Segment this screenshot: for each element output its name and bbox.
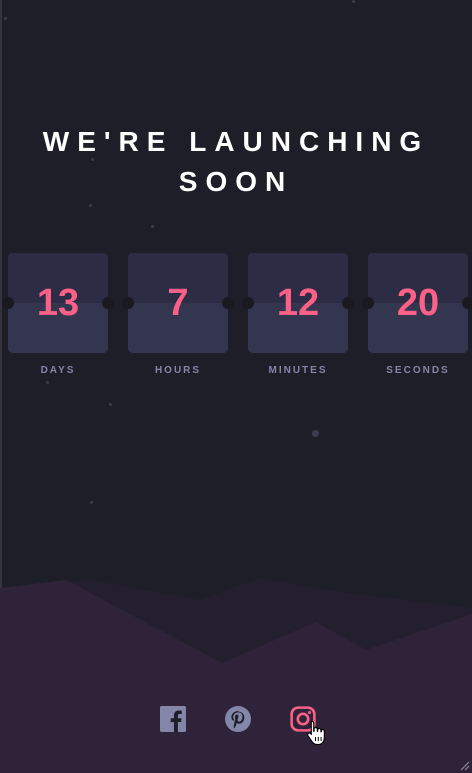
card-notch xyxy=(122,297,134,309)
countdown-days: 13 DAYS xyxy=(8,253,108,376)
star xyxy=(312,430,319,437)
card-notch xyxy=(222,297,234,309)
star xyxy=(4,17,7,20)
card-notch xyxy=(362,297,374,309)
card-notch xyxy=(342,297,354,309)
card-notch xyxy=(462,297,472,309)
days-label: DAYS xyxy=(40,365,76,376)
hours-label: HOURS xyxy=(154,365,202,376)
minutes-value: 12 xyxy=(276,281,320,324)
minutes-label: MINUTES xyxy=(268,365,328,376)
flip-card: 7 xyxy=(128,253,228,353)
seconds-value: 20 xyxy=(396,281,440,324)
flip-card: 12 xyxy=(248,253,348,353)
seconds-label: SECONDS xyxy=(386,365,450,376)
hand-pointer-cursor-icon xyxy=(307,720,325,746)
star xyxy=(352,0,355,3)
pinterest-icon[interactable] xyxy=(225,706,251,732)
flip-card: 20 xyxy=(368,253,468,353)
countdown-seconds: 20 SECONDS xyxy=(368,253,468,376)
countdown-minutes: 12 MINUTES xyxy=(248,253,348,376)
countdown-hours: 7 HOURS xyxy=(128,253,228,376)
resize-grip-icon[interactable] xyxy=(458,759,470,771)
flip-card: 13 xyxy=(8,253,108,353)
star xyxy=(89,204,92,207)
star xyxy=(151,225,154,228)
days-value: 13 xyxy=(36,281,80,324)
facebook-icon[interactable] xyxy=(160,706,186,732)
countdown-timer: 13 DAYS 7 HOURS 12 MINUTES 20 SECONDS xyxy=(2,253,472,393)
star xyxy=(109,403,112,406)
social-links xyxy=(0,706,472,732)
hills-illustration xyxy=(0,578,472,773)
card-notch xyxy=(102,297,114,309)
card-notch xyxy=(2,297,14,309)
page-title: WE'RE LAUNCHING SOON xyxy=(42,126,430,197)
card-notch xyxy=(242,297,254,309)
hours-value: 7 xyxy=(167,281,189,324)
star xyxy=(90,501,93,504)
